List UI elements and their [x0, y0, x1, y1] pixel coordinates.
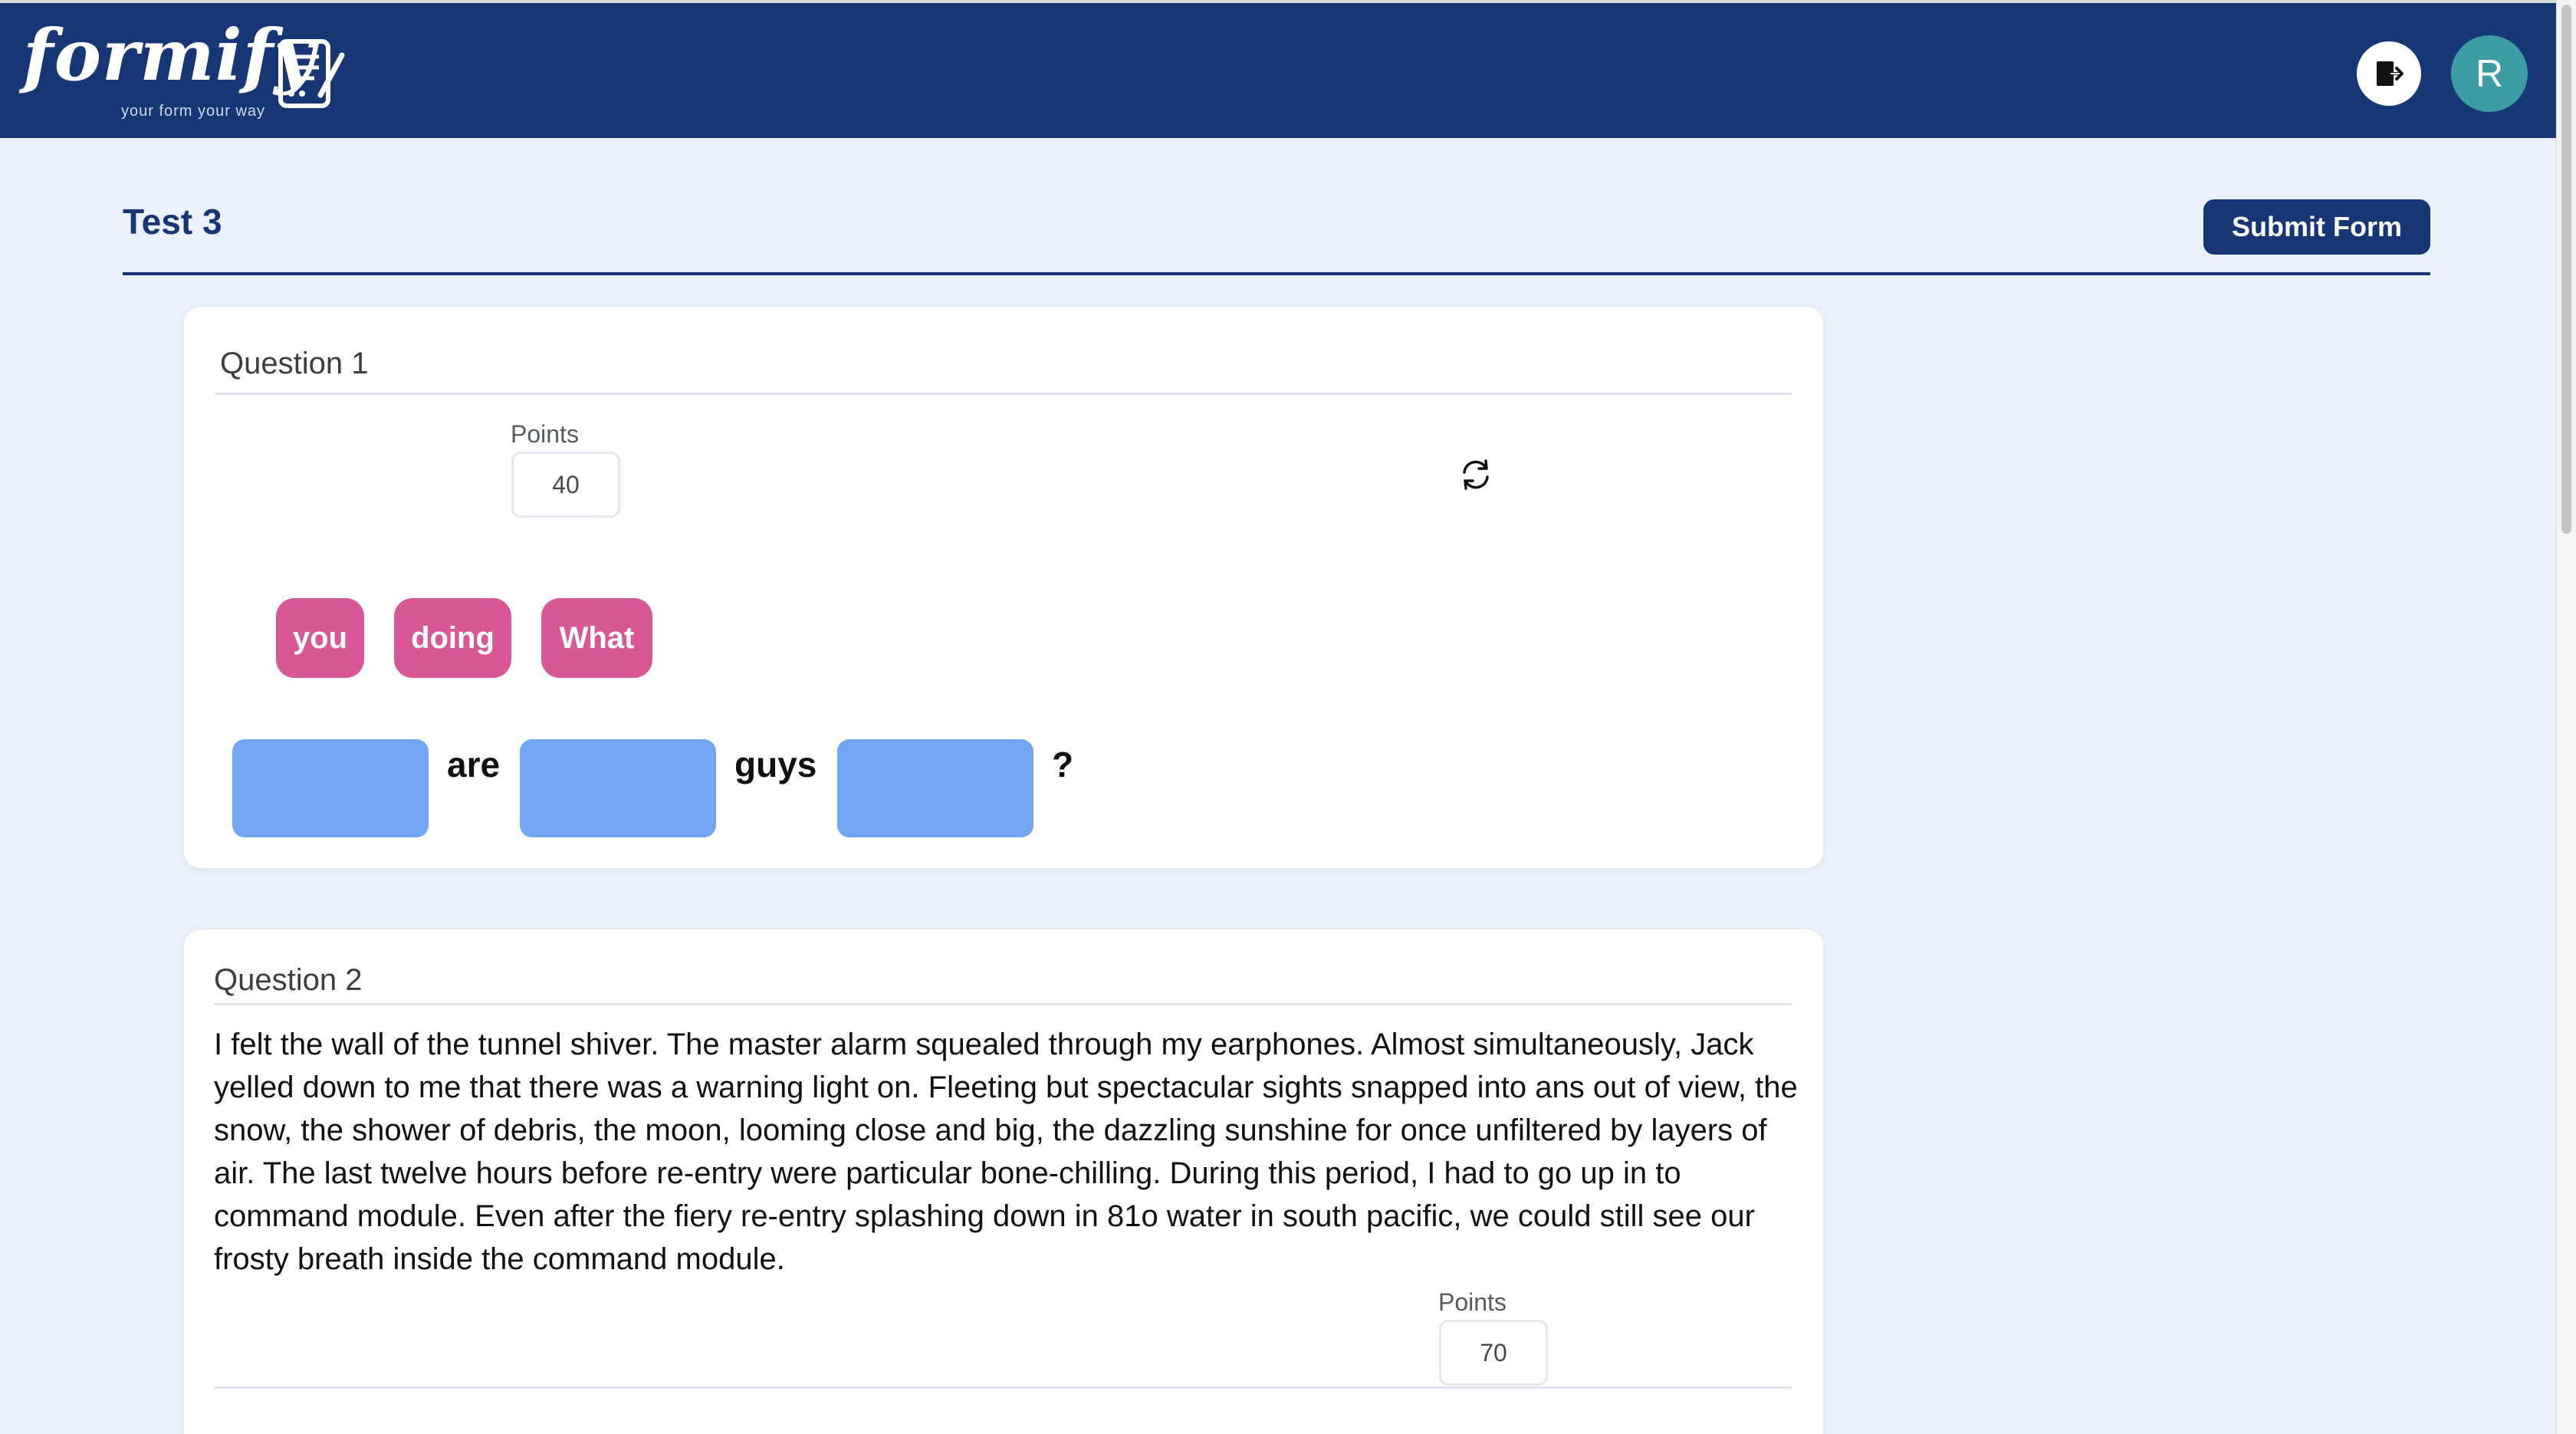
question-2-points-label: Points — [1438, 1288, 1506, 1316]
logout-icon — [2377, 61, 2404, 86]
title-divider — [123, 272, 2430, 275]
logo-tagline: your form your way — [121, 103, 266, 120]
word-chip-doing[interactable]: doing — [394, 598, 511, 678]
question-2-passage: I felt the wall of the tunnel shiver. Th… — [214, 1028, 1798, 1276]
form-title: Test 3 — [123, 202, 222, 242]
logout-button[interactable] — [2357, 41, 2421, 106]
question-1-heading: Question 1 — [220, 347, 369, 380]
question-2-points-input[interactable]: 70 — [1439, 1320, 1548, 1386]
submit-form-button[interactable]: Submit Form — [2203, 199, 2430, 255]
question-1-points-input[interactable]: 40 — [511, 452, 620, 518]
word-chip-you[interactable]: you — [276, 598, 364, 678]
sentence-word-are: are — [447, 745, 501, 784]
drop-blank-1[interactable] — [232, 739, 429, 837]
sentence-punctuation: ? — [1052, 745, 1074, 784]
form-document-icon — [278, 39, 345, 108]
logo-wordmark[interactable]: formify — [23, 14, 316, 97]
scrollbar-thumb[interactable] — [2561, 5, 2571, 534]
question-2-divider — [214, 1003, 1792, 1005]
refresh-icon[interactable] — [1458, 457, 1493, 492]
question-1-points-label: Points — [511, 420, 579, 448]
question-2-heading: Question 2 — [214, 963, 363, 997]
drop-blank-2[interactable] — [520, 739, 716, 837]
question-2-footer-divider — [214, 1386, 1792, 1389]
sentence-word-guys: guys — [734, 745, 817, 784]
drop-blank-3[interactable] — [837, 739, 1033, 837]
question-1-divider — [215, 393, 1792, 395]
navbar: formify your form your way R — [0, 3, 2556, 138]
word-chip-what[interactable]: What — [541, 598, 652, 678]
user-avatar[interactable]: R — [2451, 35, 2528, 112]
